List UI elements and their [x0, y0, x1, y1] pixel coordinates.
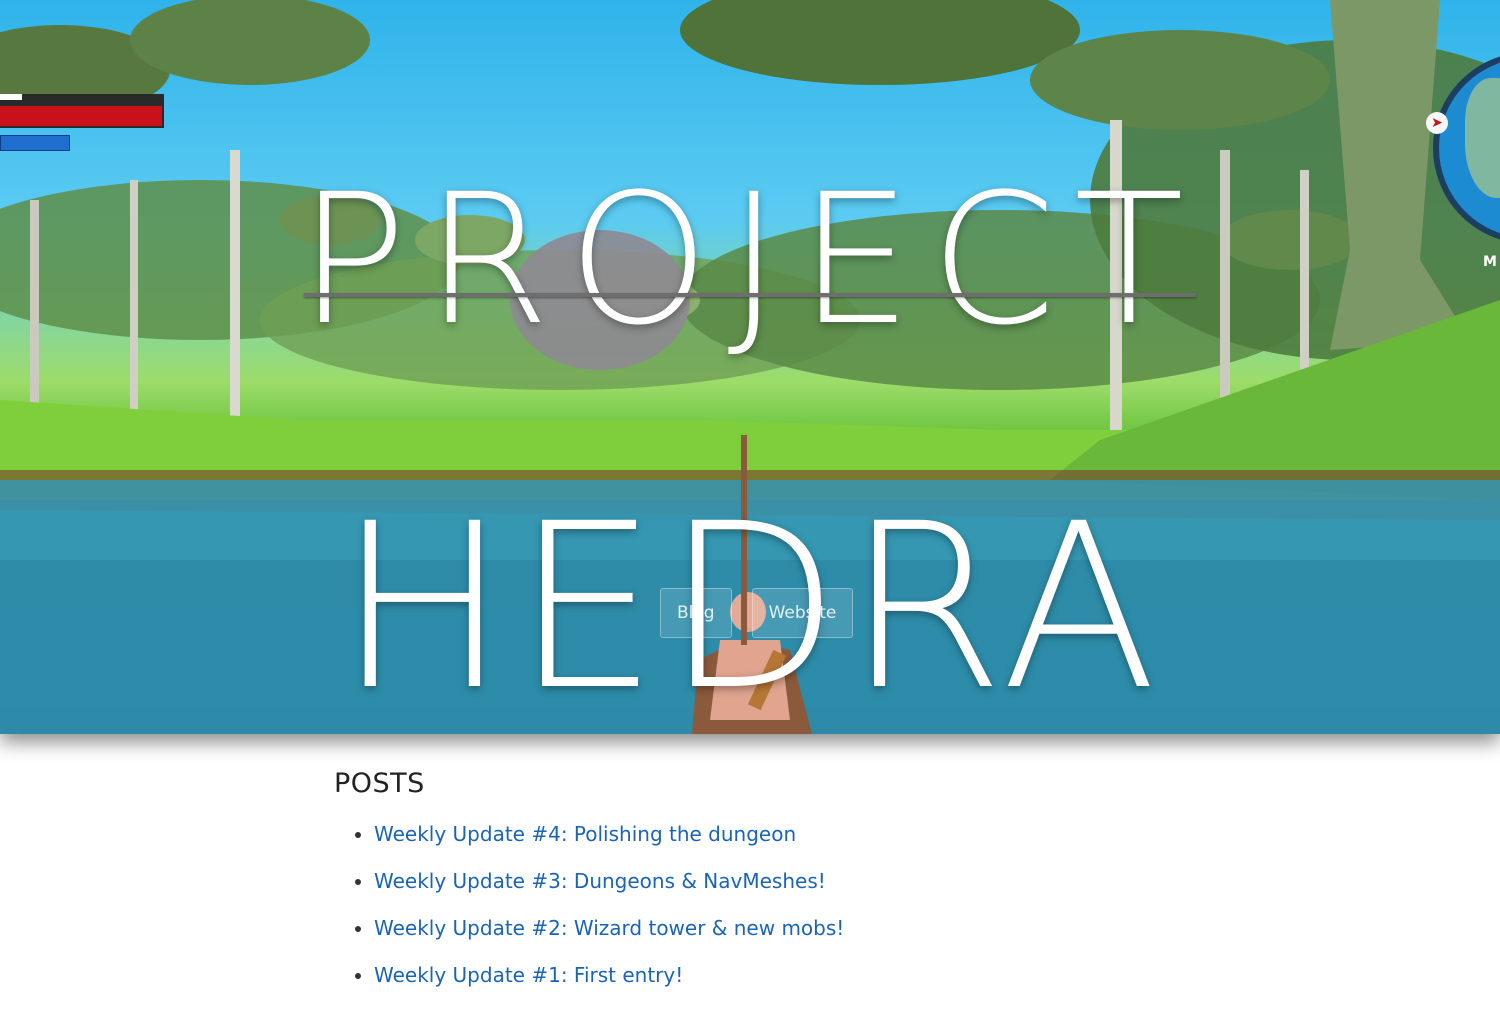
hero-nav: Blog Website: [660, 588, 854, 638]
hud-marker: [0, 94, 22, 100]
website-button[interactable]: Website: [751, 588, 854, 638]
post-link-4[interactable]: Weekly Update #4: Polishing the dungeon: [374, 822, 796, 846]
compass-arrow-icon: ➤: [1426, 112, 1448, 134]
list-item: Weekly Update #2: Wizard tower & new mob…: [374, 915, 1234, 942]
title-project: PROJECT: [298, 155, 1202, 365]
post-link-2[interactable]: Weekly Update #2: Wizard tower & new mob…: [374, 916, 844, 940]
list-item: Weekly Update #1: First entry!: [374, 962, 1234, 989]
blog-button[interactable]: Blog: [660, 588, 732, 638]
list-item: Weekly Update #3: Dungeons & NavMeshes!: [374, 868, 1234, 895]
post-link-3[interactable]: Weekly Update #3: Dungeons & NavMeshes!: [374, 869, 826, 893]
post-list: Weekly Update #4: Polishing the dungeon …: [334, 821, 1234, 989]
post-link-1[interactable]: Weekly Update #1: First entry!: [374, 963, 683, 987]
mana-bar: [0, 135, 70, 151]
list-item: Weekly Update #4: Polishing the dungeon: [374, 821, 1234, 848]
title-divider: [304, 293, 1196, 297]
health-bar: [0, 106, 162, 126]
posts-heading: POSTS: [334, 768, 425, 799]
hero-banner: ➤ M PROJECT HEDRA Blog Website: [0, 0, 1500, 734]
posts-section: POSTS Weekly Update #4: Polishing the du…: [334, 768, 1234, 1009]
